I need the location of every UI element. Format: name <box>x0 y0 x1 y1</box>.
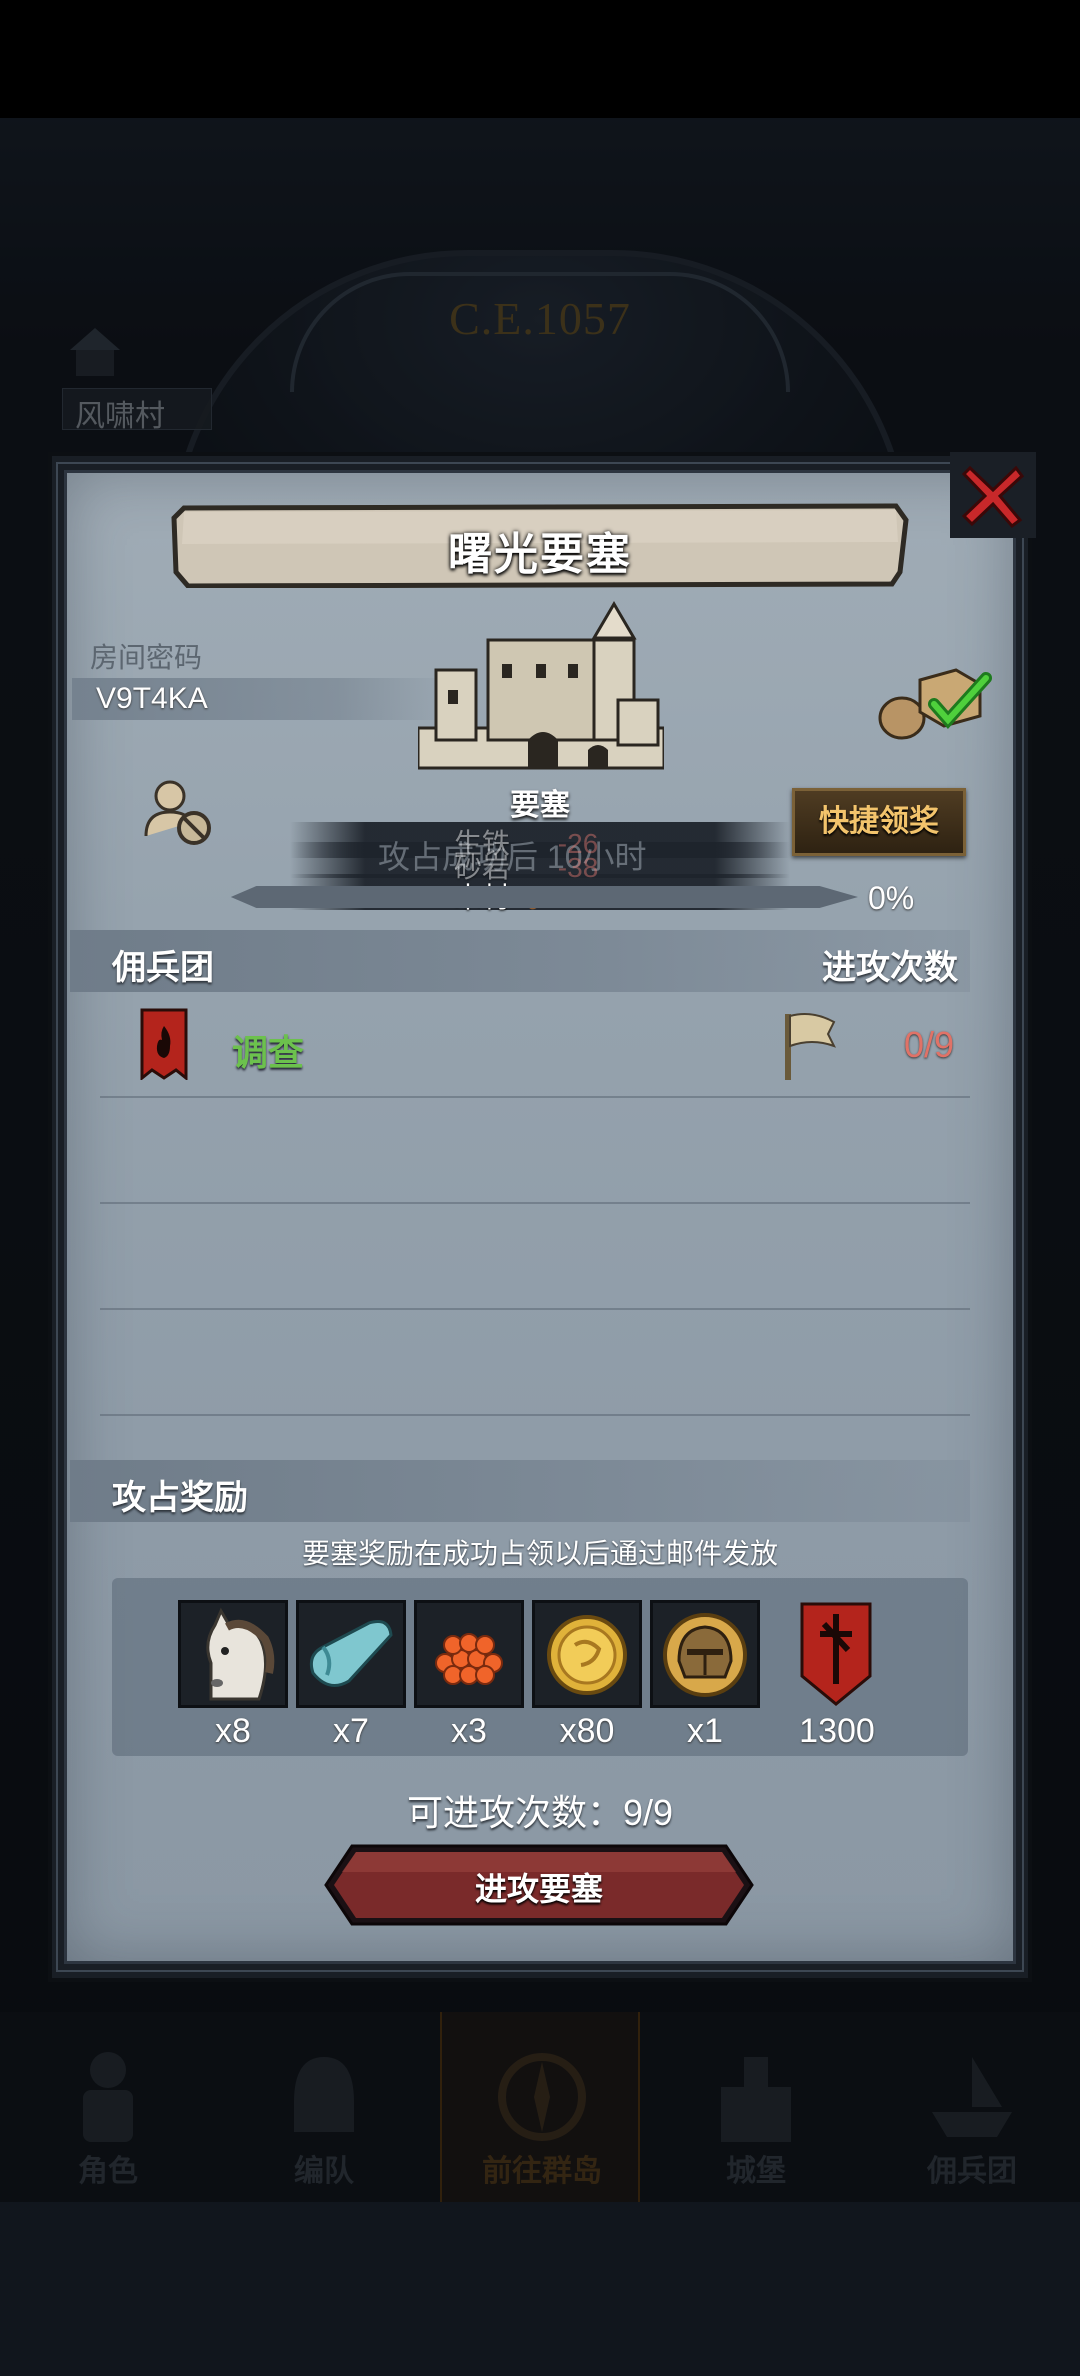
reward-item[interactable] <box>178 1600 288 1708</box>
guild-banner-icon[interactable] <box>794 1600 878 1708</box>
mercenary-attack-count: 0/9 <box>904 1024 955 1065</box>
bottom-strip <box>0 2202 1080 2376</box>
fire-banner-icon <box>140 1008 188 1080</box>
gold-coin-icon <box>547 1615 627 1695</box>
row-divider <box>100 1308 970 1310</box>
user-blocked-icon[interactable] <box>142 776 214 846</box>
close-button[interactable] <box>950 452 1036 538</box>
room-password-label: 房间密码 <box>90 642 203 673</box>
reward-header: 攻占奖励 <box>112 1479 248 1517</box>
reward-quantity: x3 <box>451 1712 487 1750</box>
remaining-attempts: 可进攻次数：9/9 <box>406 1792 674 1833</box>
reward-quantity: x7 <box>333 1712 369 1750</box>
quick-claim-button[interactable]: 快捷领奖 <box>792 788 966 856</box>
attack-count-header: 进攻次数 <box>822 949 958 987</box>
reward-quantity: x8 <box>215 1712 251 1750</box>
berries-icon <box>435 1633 503 1685</box>
helmet-icon <box>663 1613 747 1697</box>
reward-quantity: 1300 <box>799 1712 875 1750</box>
horse-icon <box>206 1607 275 1701</box>
close-icon <box>961 465 1025 529</box>
row-divider <box>100 1414 970 1416</box>
cloth-icon <box>309 1620 393 1687</box>
reward-quantity: x80 <box>559 1712 615 1750</box>
reward-item[interactable] <box>414 1600 524 1708</box>
row-divider <box>100 1202 970 1204</box>
supply-collected-icon[interactable] <box>876 660 996 742</box>
reward-item[interactable] <box>296 1600 406 1708</box>
fortress-icon <box>418 601 664 770</box>
mercenary-name[interactable]: 调查 <box>232 1024 304 1076</box>
capture-progress-track <box>230 886 858 908</box>
room-code[interactable]: V9T4KA <box>96 682 208 716</box>
attack-fortress-label[interactable]: 进攻要塞 <box>322 1864 756 1910</box>
reward-item[interactable] <box>532 1600 642 1708</box>
mercenary-header: 佣兵团 <box>112 949 214 987</box>
status-bar <box>0 0 1080 118</box>
row-divider <box>100 1096 970 1098</box>
building-label: 要塞 <box>510 789 570 822</box>
dialog-title: 曙光要塞 <box>448 530 632 579</box>
reward-quantity: x1 <box>687 1712 723 1750</box>
capture-progress-label: 0% <box>868 880 915 916</box>
reward-item[interactable] <box>650 1600 760 1708</box>
flag-icon <box>785 1013 837 1080</box>
reward-note: 要塞奖励在成功占领以后通过邮件发放 <box>301 1538 778 1569</box>
